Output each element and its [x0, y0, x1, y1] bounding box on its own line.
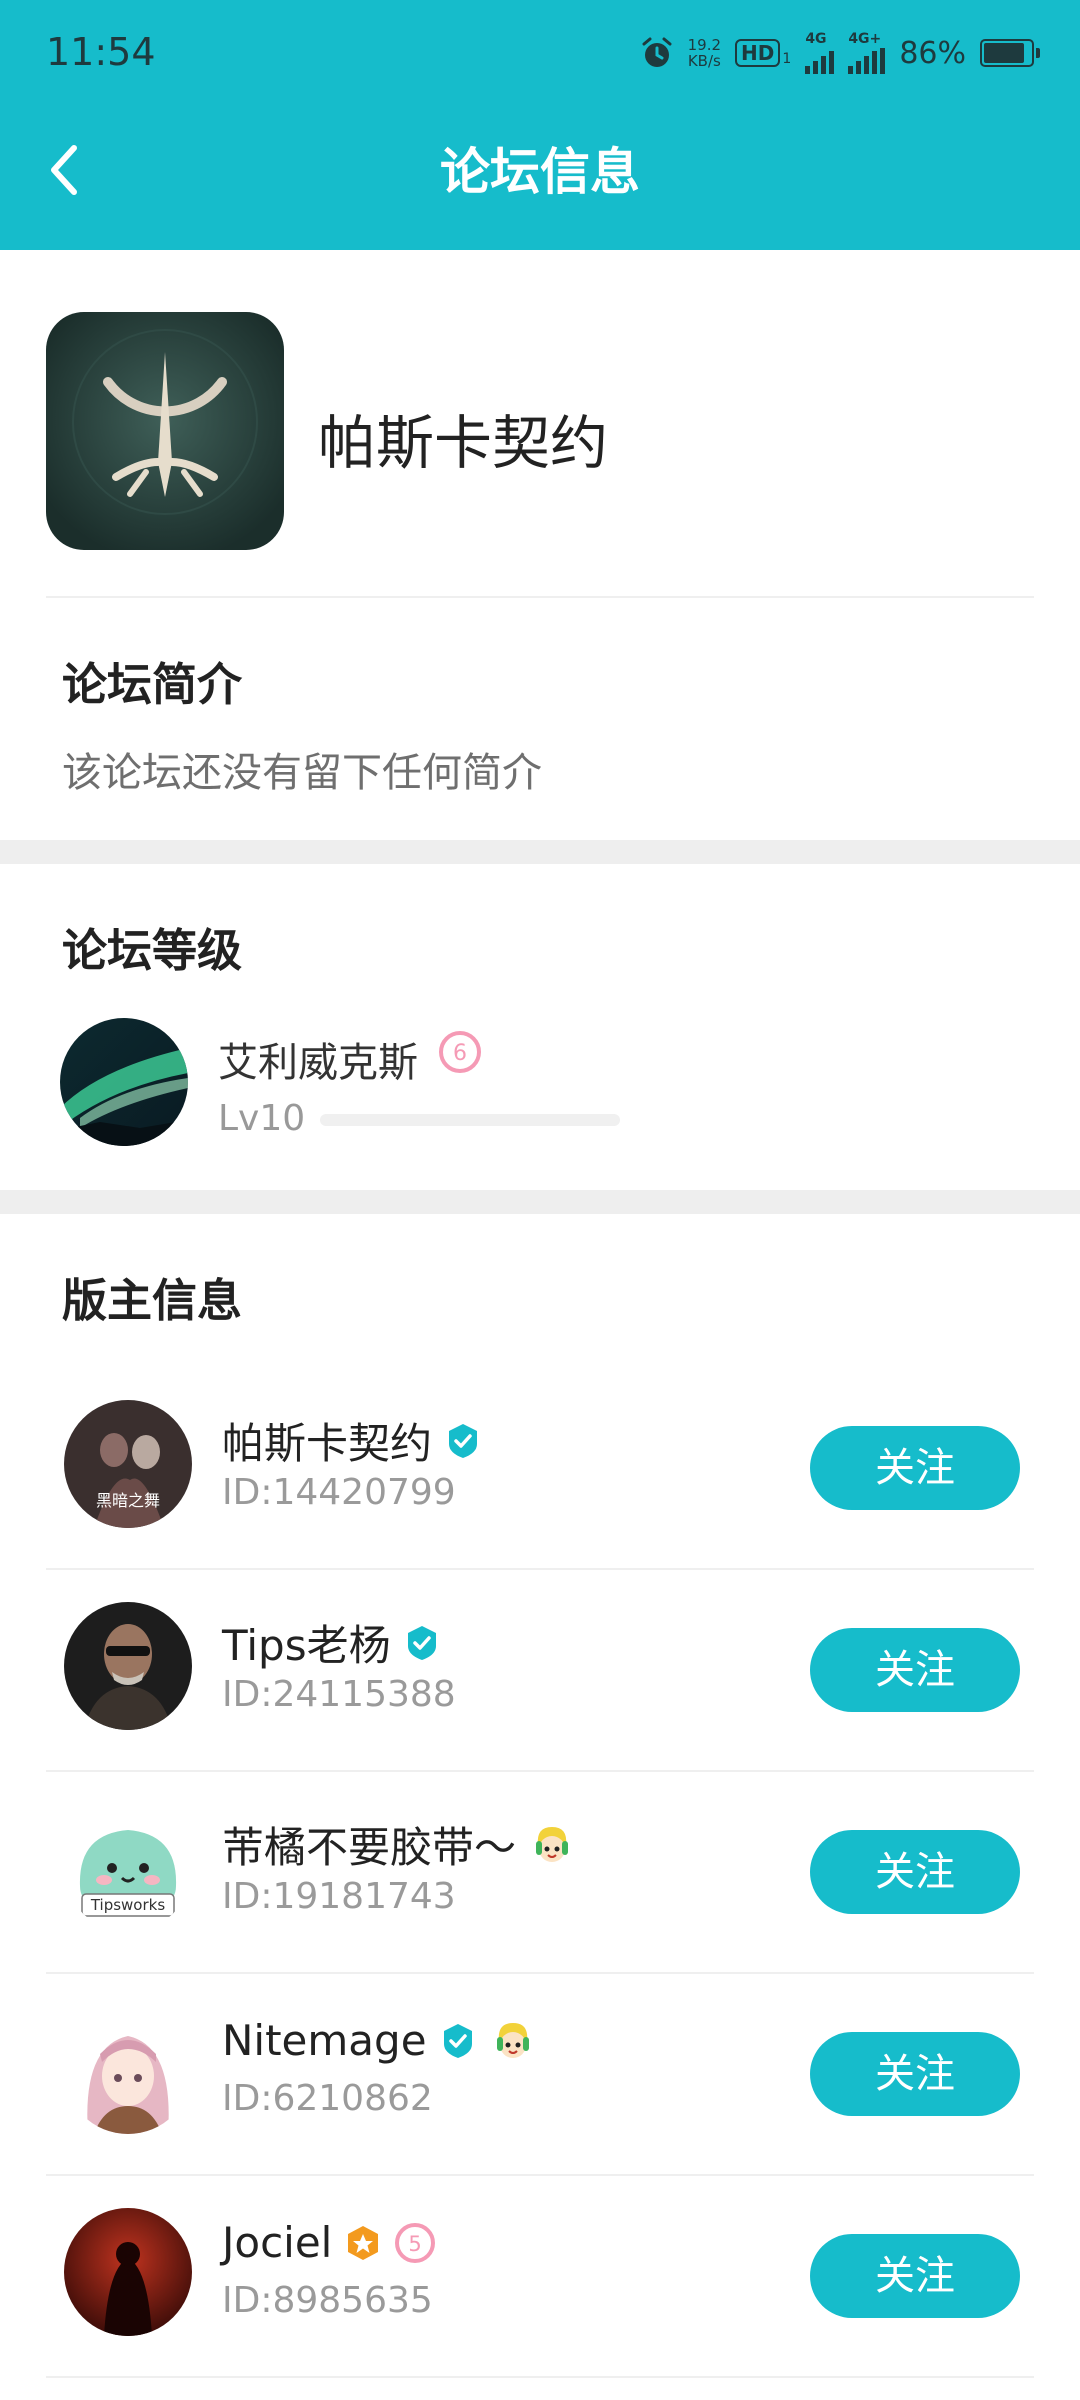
level-value: Lv10: [218, 1098, 306, 1139]
level-title: 论坛等级: [62, 924, 243, 977]
svg-text:6: 6: [453, 1041, 467, 1066]
signal-4g-plus: 4G+: [848, 32, 886, 74]
signal-4g: 4G: [805, 32, 835, 74]
section-separator: [0, 1190, 1080, 1214]
list-item[interactable]: Tips老杨 ID:24115388 关注: [0, 1570, 1080, 1772]
follow-button[interactable]: 关注: [810, 1426, 1020, 1510]
moderator-name: Jociel: [222, 2218, 333, 2267]
hd-indicator: HD 1: [735, 39, 791, 67]
battery-icon: [980, 39, 1040, 67]
list-item[interactable]: 黑暗之舞 帕斯卡契约 ID:14420799 关注: [0, 1368, 1080, 1570]
cartoon-badge-icon: [536, 1826, 569, 1862]
list-item[interactable]: Nitemage ID:6210862 关注: [0, 1974, 1080, 2176]
moderator-id: ID:8985635: [222, 2280, 433, 2321]
moderator-id: ID:19181743: [222, 1876, 456, 1917]
list-item[interactable]: Jociel 5 ID:8985635 关注: [0, 2176, 1080, 2378]
status-icons: 19.2 KB/s HD 1 4G 4G+ 86%: [640, 32, 1040, 74]
intro-text: 该论坛还没有留下任何简介: [62, 750, 542, 796]
follow-button[interactable]: 关注: [810, 1628, 1020, 1712]
moderator-id: ID:24115388: [222, 1674, 456, 1715]
svg-text:黑暗之舞: 黑暗之舞: [96, 1491, 160, 1510]
avatar[interactable]: [60, 1018, 188, 1146]
verified-icon: [449, 1423, 478, 1458]
app-header: 11:54 19.2 KB/s HD 1 4G 4G+ 86% 论坛信息: [0, 0, 1080, 250]
moderator-name: Nitemage: [222, 2016, 427, 2065]
avatar[interactable]: [64, 2006, 192, 2134]
signal-icon: [805, 46, 835, 74]
verified-icon: [407, 1625, 436, 1660]
avatar[interactable]: [64, 1602, 192, 1730]
alarm-icon: [642, 37, 672, 67]
verified-icon: [443, 2023, 472, 2058]
svg-text:5: 5: [409, 2232, 422, 2256]
battery-percent: 86%: [899, 35, 966, 71]
moderator-name: 帕斯卡契约: [222, 1419, 433, 1468]
gold-badge-icon: [348, 2225, 379, 2260]
forum-logo: [46, 312, 284, 550]
page-title: 论坛信息: [440, 143, 640, 201]
moderators-title: 版主信息: [62, 1274, 243, 1327]
status-time: 11:54: [46, 30, 156, 74]
cartoon-badge-icon: [496, 2022, 529, 2058]
net-speed: 19.2 KB/s: [687, 36, 722, 70]
section-separator: [0, 840, 1080, 864]
moderator-id: ID:14420799: [222, 1472, 456, 1513]
follow-button[interactable]: 关注: [810, 2032, 1020, 2116]
level-badge-icon: 6: [438, 1030, 482, 1078]
level-user-name: 艾利威克斯: [218, 1040, 418, 1086]
avatar[interactable]: [64, 2208, 192, 2336]
moderator-id: ID:6210862: [222, 2078, 433, 2119]
follow-button[interactable]: 关注: [810, 1830, 1020, 1914]
hd-icon: HD: [735, 39, 781, 67]
divider: [46, 2376, 1034, 2378]
moderator-name: Tips老杨: [222, 1621, 391, 1670]
intro-title: 论坛简介: [62, 658, 243, 711]
list-item[interactable]: Tipsworks 芾橘不要胶带～ ID:19181743 关注: [0, 1772, 1080, 1974]
follow-button[interactable]: 关注: [810, 2234, 1020, 2318]
svg-text:Tipsworks: Tipsworks: [90, 1896, 166, 1914]
forum-name: 帕斯卡契约: [318, 409, 609, 477]
moderator-name: 芾橘不要胶带～: [222, 1823, 517, 1872]
level-badge-icon: 5: [395, 2222, 436, 2263]
level-progress-bar: [320, 1114, 620, 1126]
avatar[interactable]: Tipsworks: [64, 1804, 192, 1932]
signal-icon: [848, 46, 886, 74]
avatar[interactable]: 黑暗之舞: [64, 1400, 192, 1528]
divider: [46, 596, 1034, 598]
